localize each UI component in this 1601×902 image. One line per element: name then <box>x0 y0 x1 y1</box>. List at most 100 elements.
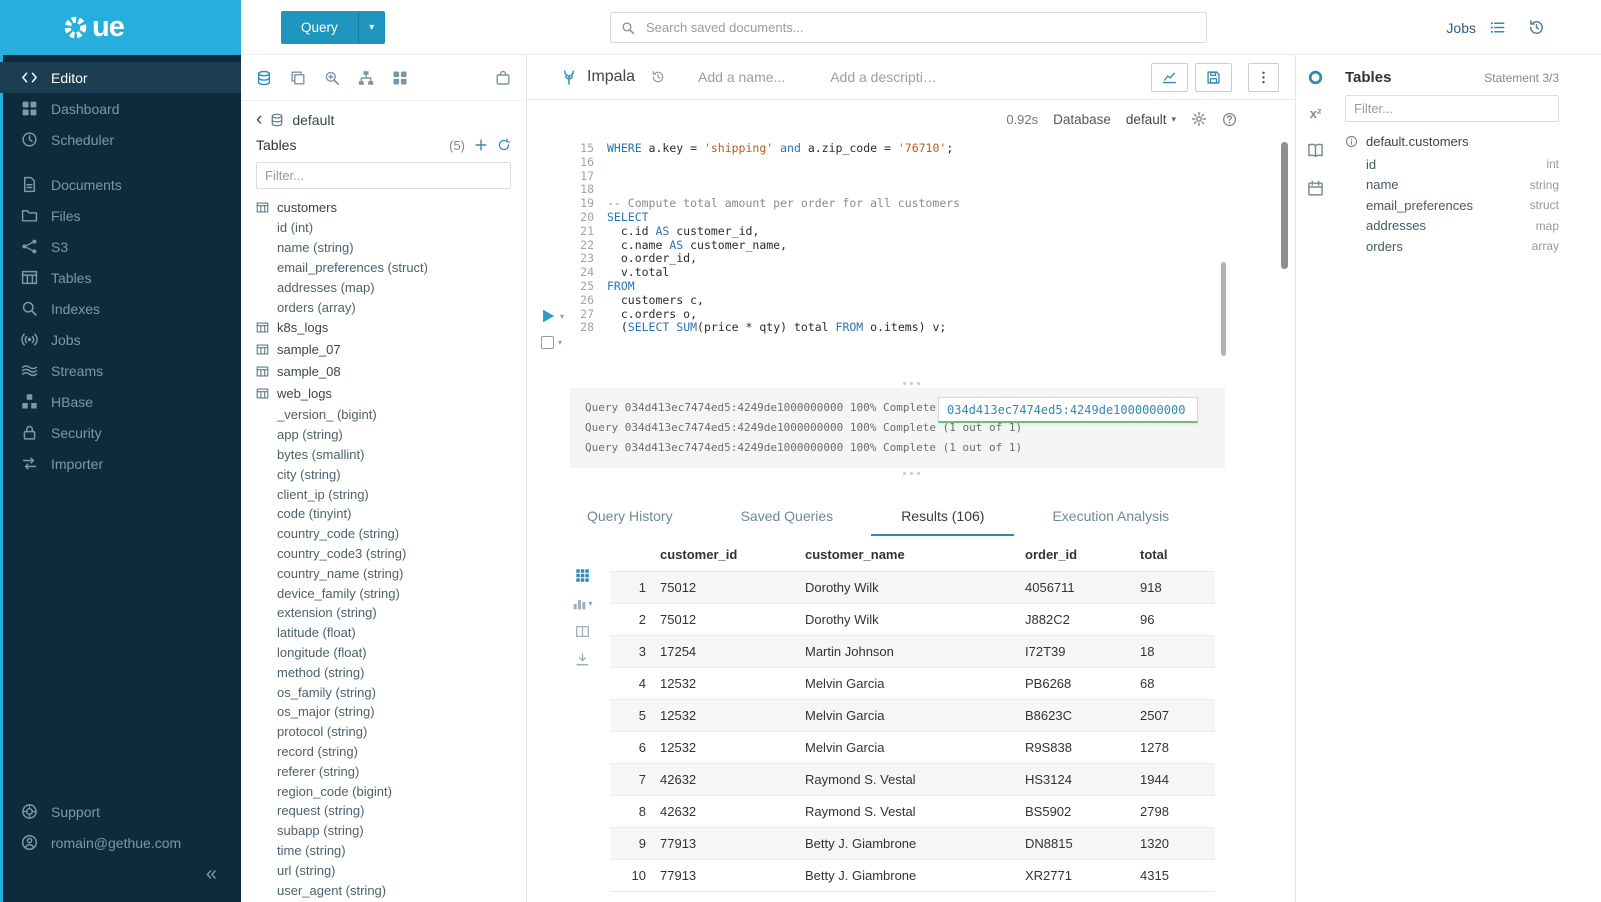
table-row[interactable]: 842632Raymond S. VestalBS59022798 <box>610 796 1215 828</box>
jobs-list-icon[interactable] <box>1489 19 1506 36</box>
columns-view-icon[interactable] <box>575 624 590 639</box>
tab-saved-queries[interactable]: Saved Queries <box>711 502 864 536</box>
column-item[interactable]: email_preferences (struct) <box>256 258 526 278</box>
column-item[interactable]: method (string) <box>256 662 526 682</box>
right-assist-column-addresses[interactable]: addressesmap <box>1366 216 1559 237</box>
column-item[interactable]: client_ip (string) <box>256 484 526 504</box>
query-button-caret-icon[interactable]: ▾ <box>358 11 385 44</box>
column-header-customer-id[interactable]: customer_id <box>660 540 805 572</box>
query-button[interactable]: Query ▾ <box>281 11 385 44</box>
chart-button[interactable] <box>1151 63 1188 92</box>
column-item[interactable]: user_agent (string) <box>256 880 526 900</box>
sidebar-collapse-button[interactable]: « <box>206 863 217 886</box>
column-item[interactable]: request (string) <box>256 801 526 821</box>
sidebar-item-romain-gethue-com[interactable]: romain@gethue.com <box>0 827 241 858</box>
column-item[interactable]: referer (string) <box>256 761 526 781</box>
sidebar-item-support[interactable]: Support <box>0 796 241 827</box>
table-item-k8s-logs[interactable]: k8s_logs <box>256 317 526 339</box>
sidebar-item-hbase[interactable]: HBase <box>0 386 241 417</box>
database-select[interactable]: default ▾ <box>1126 112 1176 127</box>
schedule-icon[interactable] <box>1307 180 1324 197</box>
indexes-source-icon[interactable] <box>324 70 340 86</box>
search-input[interactable] <box>644 19 1206 36</box>
table-filter-input[interactable] <box>256 162 511 189</box>
chart-view-control[interactable]: ▾ <box>572 596 593 611</box>
info-icon[interactable] <box>1345 135 1358 148</box>
column-item[interactable]: code (tinyint) <box>256 504 526 524</box>
column-item[interactable]: bytes (smallint) <box>256 445 526 465</box>
sidebar-item-files[interactable]: Files <box>0 200 241 231</box>
column-item[interactable]: country_code3 (string) <box>256 544 526 564</box>
sidebar-item-scheduler[interactable]: Scheduler <box>0 124 241 155</box>
column-item[interactable]: region_code (bigint) <box>256 781 526 801</box>
editor-scrollbar[interactable] <box>1221 262 1226 356</box>
tab-results-106[interactable]: Results (106) <box>871 502 1014 536</box>
right-assist-column-id[interactable]: idint <box>1366 154 1559 175</box>
sidebar-item-s3[interactable]: S3 <box>0 231 241 262</box>
query-description-field[interactable]: Add a descriptio... <box>830 69 942 85</box>
download-results-icon[interactable] <box>575 652 590 667</box>
collections-source-icon[interactable] <box>495 70 511 86</box>
sidebar-item-jobs[interactable]: Jobs <box>0 324 241 355</box>
right-assist-filter-input[interactable] <box>1345 95 1559 122</box>
table-item-sample-08[interactable]: sample_08 <box>256 361 526 383</box>
table-item-customers[interactable]: customers <box>256 196 526 218</box>
databases-source-icon[interactable] <box>256 70 272 86</box>
column-item[interactable]: record (string) <box>256 742 526 762</box>
editor-code[interactable]: WHERE a.key = 'shipping' and a.zip_code … <box>594 142 960 378</box>
column-item[interactable]: device_family (string) <box>256 583 526 603</box>
statement-selector[interactable]: ▾ <box>541 336 562 349</box>
column-item[interactable]: orders (array) <box>256 297 526 317</box>
add-table-icon[interactable] <box>474 138 488 152</box>
resize-handle-top[interactable] <box>527 378 1295 388</box>
table-row[interactable]: 977913Betty J. GiambroneDN88151320 <box>610 828 1215 860</box>
functions-icon[interactable]: x² <box>1310 107 1322 121</box>
table-row[interactable]: 175012Dorothy Wilk4056711918 <box>610 572 1215 604</box>
help-icon[interactable] <box>1222 112 1237 127</box>
back-chevron-icon[interactable]: ‹ <box>256 113 262 127</box>
table-row[interactable]: 275012Dorothy WilkJ882C296 <box>610 604 1215 636</box>
sidebar-item-indexes[interactable]: Indexes <box>0 293 241 324</box>
breadcrumb[interactable]: default <box>292 112 334 128</box>
execute-caret-icon[interactable]: ▾ <box>560 312 564 321</box>
column-item[interactable]: os_family (string) <box>256 682 526 702</box>
sidebar-item-documents[interactable]: Documents <box>0 169 241 200</box>
right-assist-column-name[interactable]: namestring <box>1366 175 1559 196</box>
language-reference-icon[interactable] <box>1307 142 1324 159</box>
table-item-sample-07[interactable]: sample_07 <box>256 339 526 361</box>
table-item-web-logs[interactable]: web_logs <box>256 383 526 405</box>
resize-handle-bottom[interactable] <box>527 468 1295 478</box>
hdfs-source-icon[interactable] <box>358 70 374 86</box>
right-assist-column-orders[interactable]: ordersarray <box>1366 236 1559 257</box>
column-item[interactable]: name (string) <box>256 238 526 258</box>
hue-logo[interactable]: ue <box>0 0 241 55</box>
execute-button[interactable] <box>539 307 557 325</box>
column-item[interactable]: os_major (string) <box>256 702 526 722</box>
column-item[interactable]: country_name (string) <box>256 563 526 583</box>
documents-source-icon[interactable] <box>290 70 306 86</box>
column-item[interactable]: city (string) <box>256 464 526 484</box>
column-item[interactable]: longitude (float) <box>256 643 526 663</box>
table-row[interactable]: 412532Melvin GarciaPB626868 <box>610 668 1215 700</box>
column-item[interactable]: app (string) <box>256 425 526 445</box>
table-row[interactable]: 742632Raymond S. VestalHS31241944 <box>610 764 1215 796</box>
query-history-icon[interactable] <box>651 70 665 84</box>
table-row[interactable]: 1077913Betty J. GiambroneXR27714315 <box>610 860 1215 892</box>
jobs-link[interactable]: Jobs <box>1446 20 1476 36</box>
column-item[interactable]: id (int) <box>256 218 526 238</box>
column-item[interactable]: protocol (string) <box>256 722 526 742</box>
refresh-tables-icon[interactable] <box>497 138 511 152</box>
sidebar-item-security[interactable]: Security <box>0 417 241 448</box>
table-row[interactable]: 317254Martin JohnsonI72T3918 <box>610 636 1215 668</box>
page-scrollbar[interactable] <box>1281 142 1288 269</box>
grid-view-icon[interactable] <box>575 568 590 583</box>
column-item[interactable]: time (string) <box>256 841 526 861</box>
more-actions-button[interactable] <box>1248 63 1279 92</box>
column-item[interactable]: url (string) <box>256 860 526 880</box>
query-id-text[interactable]: 034d413ec7474ed5:4249de1000000000 <box>947 403 1185 417</box>
sidebar-item-tables[interactable]: Tables <box>0 262 241 293</box>
column-header-order-id[interactable]: order_id <box>1025 540 1140 572</box>
column-item[interactable]: country_code (string) <box>256 524 526 544</box>
sidebar-item-editor[interactable]: Editor <box>0 62 241 93</box>
insights-ring-icon[interactable] <box>1307 69 1324 86</box>
